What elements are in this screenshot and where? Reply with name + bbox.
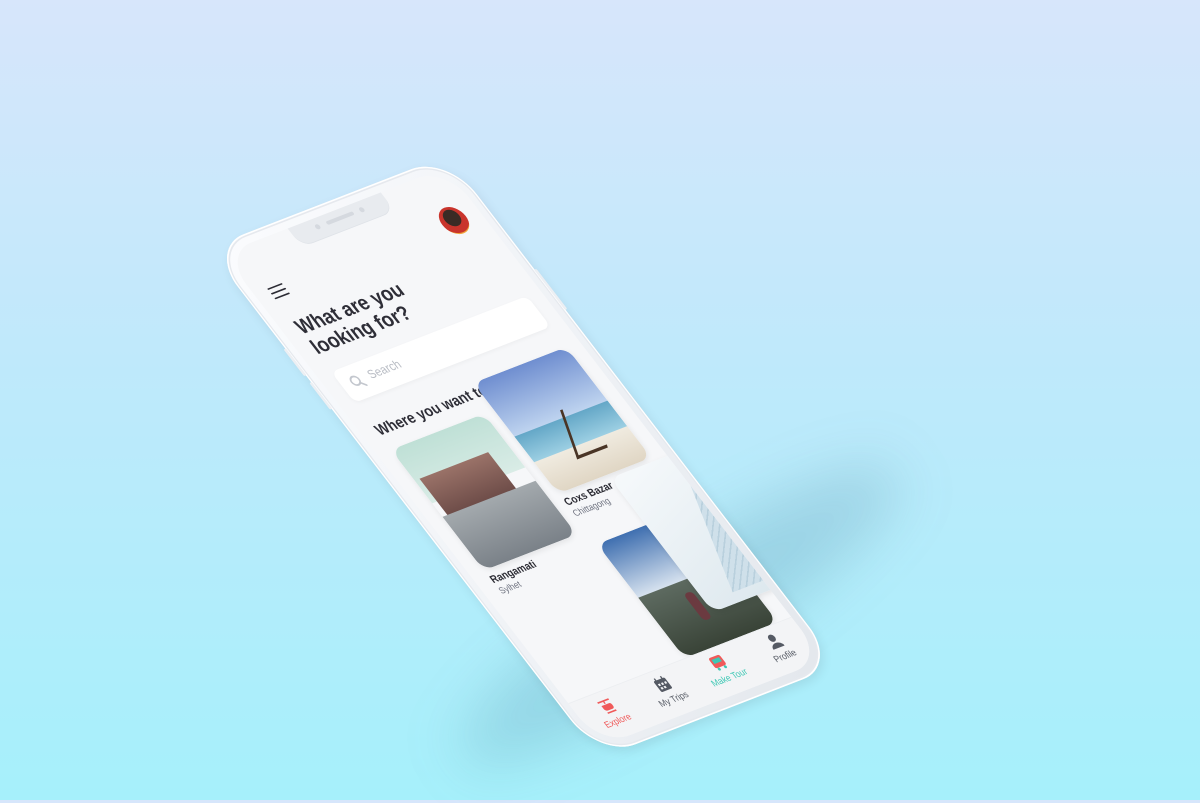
user-icon [767, 634, 785, 650]
calendar-icon [653, 676, 672, 693]
search-icon [349, 375, 368, 387]
sensor-icon [357, 206, 366, 213]
hamburger-menu-icon[interactable] [267, 282, 291, 300]
avatar[interactable] [432, 203, 476, 238]
helicopter-icon [596, 698, 617, 715]
camera-icon [313, 223, 322, 230]
search-placeholder: Search [364, 358, 405, 382]
notch [287, 192, 396, 248]
speaker-grille [325, 211, 355, 226]
bus-icon [708, 655, 727, 671]
app-screen: What are you looking for? Search Where y… [222, 167, 825, 747]
mockup-scene: What are you looking for? Search Where y… [0, 0, 1200, 803]
